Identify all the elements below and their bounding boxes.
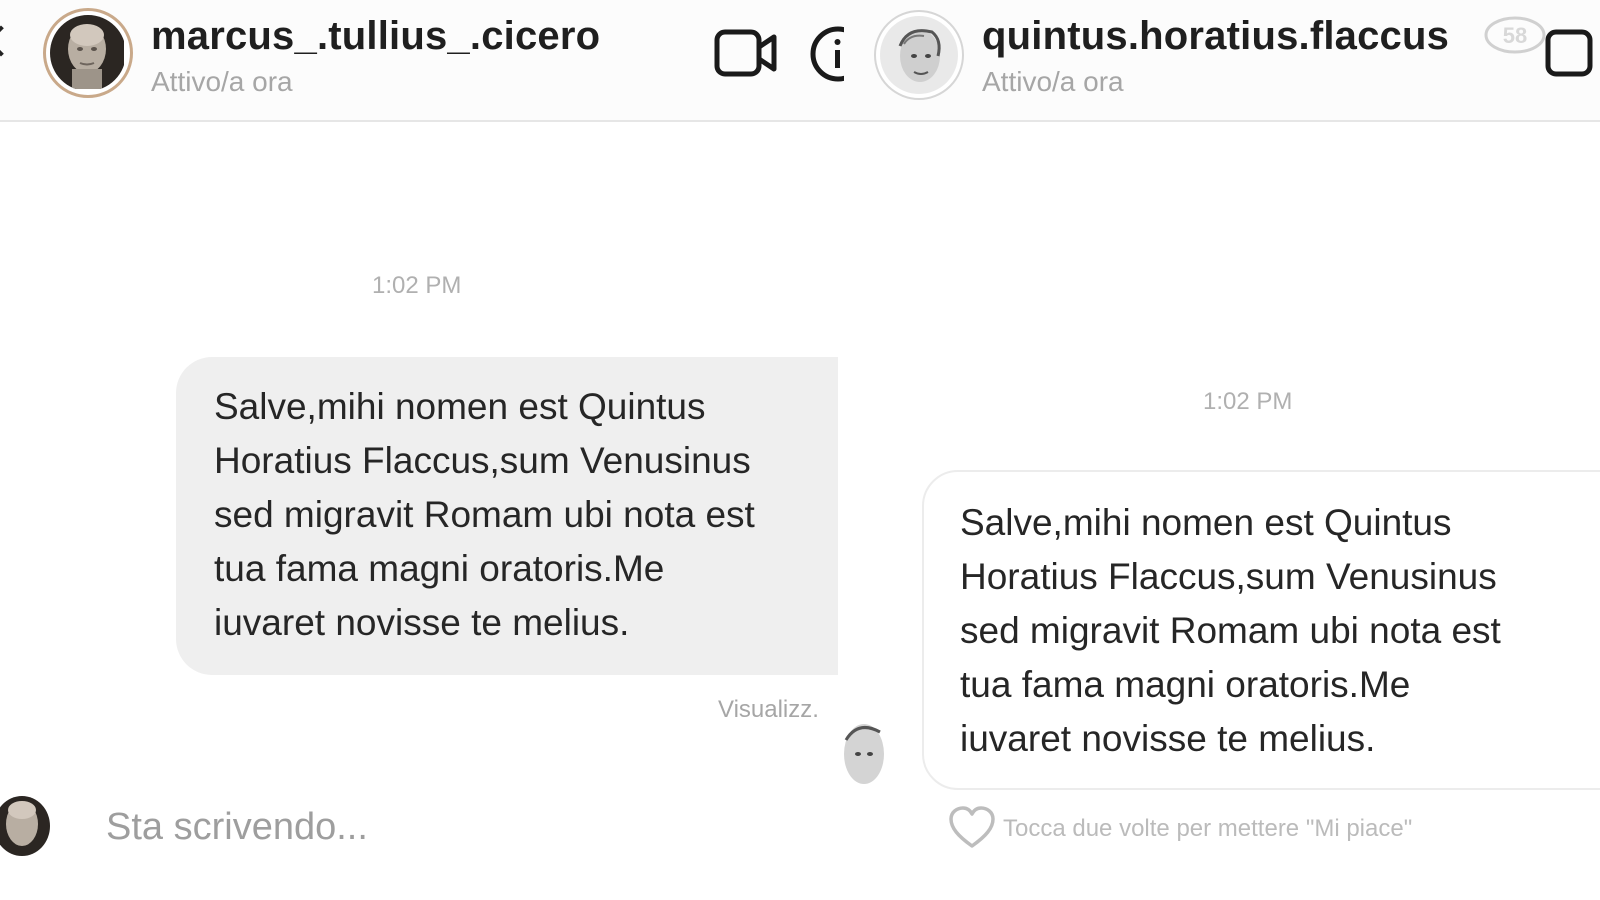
avatar-cicero[interactable] <box>43 8 133 98</box>
info-icon[interactable] <box>808 26 844 82</box>
message-timestamp: 1:02 PM <box>1203 388 1293 415</box>
heart-icon[interactable] <box>948 806 996 850</box>
message-timestamp: 1:02 PM <box>372 272 462 299</box>
composer-avatar <box>0 796 50 856</box>
username-cicero[interactable]: marcus_.tullius_.cicero <box>151 14 600 59</box>
message-text: Salve,mihi nomen est Quintus Horatius Fl… <box>214 386 755 643</box>
double-tap-like-hint: Tocca due volte per mettere "Mi piace" <box>1003 815 1413 842</box>
seen-indicator: Visualizz. <box>718 696 819 723</box>
username-horatius[interactable]: quintus.horatius.flaccus <box>982 14 1449 59</box>
channel-logo-text: 58 <box>1503 23 1527 48</box>
typing-indicator: Sta scrivendo... <box>106 806 368 848</box>
chat-header-bar: marcus_.tullius_.cicero Attivo/a ora qui… <box>0 0 1600 122</box>
seen-avatar <box>838 714 888 796</box>
active-status: Attivo/a ora <box>151 66 293 97</box>
avatar-horatius[interactable] <box>874 10 964 100</box>
channel-logo: 58 <box>1484 16 1546 54</box>
chevron-left-icon[interactable] <box>0 25 17 57</box>
video-camera-icon[interactable] <box>1544 28 1600 78</box>
active-status: Attivo/a ora <box>982 66 1124 97</box>
message-text: Salve,mihi nomen est Quintus Horatius Fl… <box>960 502 1501 759</box>
video-camera-icon[interactable] <box>714 28 778 78</box>
